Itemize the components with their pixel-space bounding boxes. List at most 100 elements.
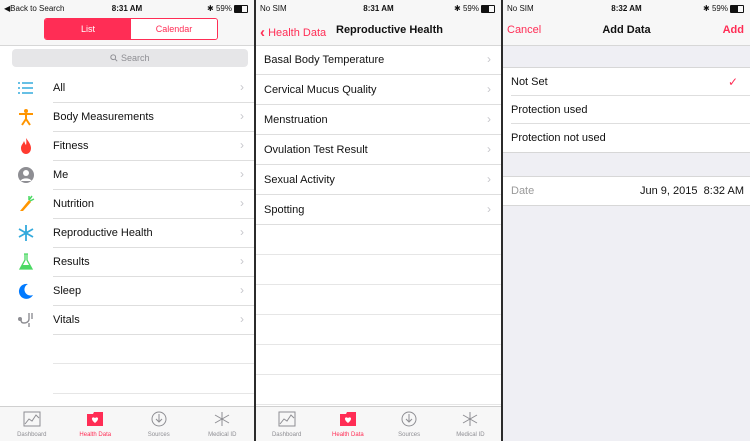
- health-data-screen: ◀Back to Search 8:31 AM ✱ 59% List Calen…: [0, 0, 254, 441]
- bluetooth-icon: ✱: [454, 4, 461, 13]
- person-icon: [19, 109, 33, 126]
- category-me[interactable]: Me ›: [0, 160, 254, 190]
- category-sleep[interactable]: Sleep ›: [0, 276, 254, 306]
- category-nutrition[interactable]: Nutrition ›: [0, 189, 254, 219]
- category-label: Me: [53, 169, 69, 181]
- sources-icon: [401, 411, 417, 427]
- status-battery: ✱ 59%: [207, 4, 248, 13]
- status-bar: ◀Back to Search 8:31 AM ✱ 59%: [0, 0, 254, 18]
- tab-health-data[interactable]: Health Data: [317, 407, 378, 441]
- medical-id-icon: [215, 412, 230, 426]
- category-all[interactable]: All ›: [0, 73, 254, 103]
- protection-options: Not Set ✓ Protection used Protection not…: [503, 67, 750, 153]
- chevron-right-icon: ›: [240, 138, 244, 152]
- flask-icon: [18, 253, 34, 270]
- category-reproductive-health[interactable]: Reproductive Health ›: [0, 218, 254, 248]
- list-item[interactable]: Basal Body Temperature ›: [256, 45, 501, 75]
- person-silhouette-icon: [18, 167, 34, 183]
- page-title: Add Data: [602, 24, 651, 36]
- tab-label: Medical ID: [208, 432, 237, 438]
- tab-sources[interactable]: Sources: [127, 407, 191, 441]
- chevron-right-icon: ›: [240, 80, 244, 94]
- tab-label: Health Data: [332, 432, 364, 438]
- tab-health-data[interactable]: Health Data: [64, 407, 128, 441]
- option-protection-not-used[interactable]: Protection not used: [503, 124, 750, 152]
- tab-bar: Dashboard Health Data Sources Medical ID: [0, 406, 254, 441]
- chevron-right-icon: ›: [487, 172, 491, 186]
- tab-label: Medical ID: [456, 432, 485, 438]
- category-body-measurements[interactable]: Body Measurements ›: [0, 102, 254, 132]
- category-label: Nutrition: [53, 198, 94, 210]
- tab-label: Health Data: [79, 432, 112, 438]
- health-data-icon: [339, 412, 356, 426]
- reproductive-list: Basal Body Temperature › Cervical Mucus Q…: [256, 45, 501, 405]
- reproductive-health-screen: No SIM 8:31 AM ✱ 59% ‹ Health Data Repro…: [256, 0, 501, 441]
- status-bar: No SIM 8:31 AM ✱ 59%: [256, 0, 501, 18]
- option-not-set[interactable]: Not Set ✓: [503, 68, 750, 96]
- empty-row: [256, 255, 501, 285]
- tab-bar: Dashboard Health Data Sources Medical ID: [256, 406, 501, 441]
- battery-icon: [730, 4, 744, 13]
- chevron-right-icon: ›: [487, 112, 491, 126]
- list-item[interactable]: Cervical Mucus Quality ›: [256, 75, 501, 105]
- chevron-right-icon: ›: [487, 82, 491, 96]
- segment-calendar[interactable]: Calendar: [131, 19, 217, 39]
- segment-list[interactable]: List: [45, 19, 131, 39]
- chevron-right-icon: ›: [240, 283, 244, 297]
- bluetooth-icon: ✱: [207, 4, 214, 13]
- tab-label: Sources: [147, 432, 170, 438]
- list-item[interactable]: Ovulation Test Result ›: [256, 135, 501, 165]
- category-fitness[interactable]: Fitness ›: [0, 131, 254, 161]
- category-vitals[interactable]: Vitals ›: [0, 305, 254, 335]
- list-item[interactable]: Menstruation ›: [256, 105, 501, 135]
- tab-medical-id[interactable]: Medical ID: [191, 407, 255, 441]
- bluetooth-icon: ✱: [703, 4, 710, 13]
- empty-row: [53, 334, 254, 364]
- tab-medical-id[interactable]: Medical ID: [440, 407, 501, 441]
- dashboard-icon: [278, 411, 296, 427]
- category-label: Vitals: [53, 314, 80, 326]
- snowflake-icon: [18, 225, 34, 241]
- chevron-right-icon: ›: [240, 312, 244, 326]
- stethoscope-icon: [18, 313, 33, 327]
- empty-row: [256, 315, 501, 345]
- chevron-right-icon: ›: [487, 202, 491, 216]
- medical-id-icon: [463, 412, 478, 426]
- category-results[interactable]: Results ›: [0, 247, 254, 277]
- list-item[interactable]: Spotting ›: [256, 195, 501, 225]
- status-battery: ✱ 59%: [703, 4, 744, 13]
- date-group: Date Jun 9, 2015 8:32 AM: [503, 176, 750, 206]
- tab-label: Sources: [398, 432, 421, 438]
- list-icon: [18, 82, 33, 94]
- dashboard-icon: [23, 411, 41, 427]
- empty-row: [256, 345, 501, 375]
- date-row[interactable]: Date Jun 9, 2015 8:32 AM: [503, 177, 750, 205]
- flame-icon: [21, 138, 31, 154]
- date-value: Jun 9, 2015 8:32 AM: [640, 185, 744, 197]
- chevron-right-icon: ›: [240, 167, 244, 181]
- chevron-right-icon: ›: [487, 142, 491, 156]
- add-button[interactable]: Add: [723, 24, 744, 36]
- category-list: All › Body Measurements › Fitness › Me ›…: [0, 73, 254, 394]
- status-bar: No SIM 8:32 AM ✱ 59%: [503, 0, 750, 18]
- chevron-right-icon: ›: [240, 196, 244, 210]
- list-calendar-segmented-control: List Calendar: [44, 18, 218, 40]
- list-item[interactable]: Sexual Activity ›: [256, 165, 501, 195]
- battery-icon: [481, 4, 495, 13]
- chevron-right-icon: ›: [240, 109, 244, 123]
- search-placeholder: Search: [120, 53, 150, 63]
- category-label: Body Measurements: [53, 111, 154, 123]
- tab-dashboard[interactable]: Dashboard: [0, 407, 64, 441]
- chevron-right-icon: ›: [487, 52, 491, 66]
- tab-label: Dashboard: [271, 432, 302, 438]
- tab-sources[interactable]: Sources: [379, 407, 440, 441]
- nav-bar: ‹ Health Data Reproductive Health: [256, 18, 501, 44]
- search-input[interactable]: Search: [12, 49, 248, 67]
- empty-row: [256, 375, 501, 405]
- back-button[interactable]: ‹ Health Data: [260, 23, 326, 41]
- empty-row: [256, 285, 501, 315]
- chevron-left-icon: ‹: [260, 24, 265, 41]
- option-protection-used[interactable]: Protection used: [503, 96, 750, 124]
- category-label: Fitness: [53, 140, 89, 152]
- tab-dashboard[interactable]: Dashboard: [256, 407, 317, 441]
